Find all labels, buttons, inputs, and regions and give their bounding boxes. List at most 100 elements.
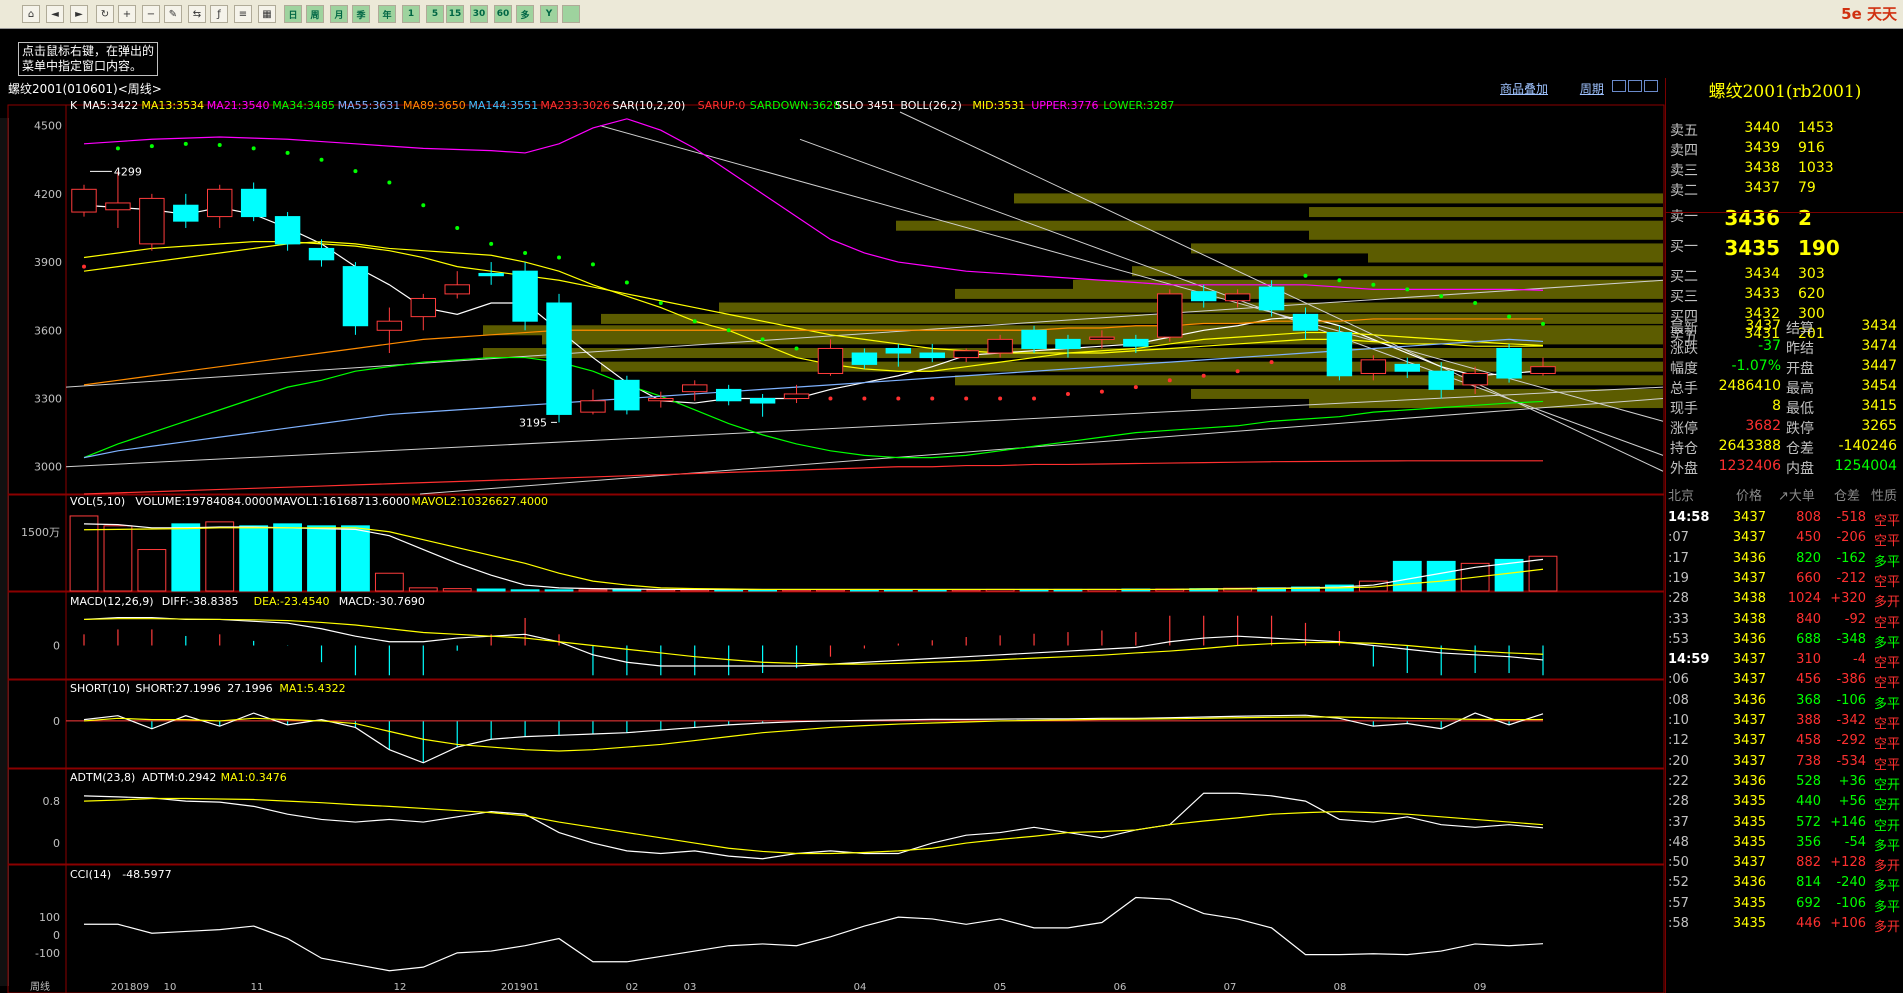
sar-dot xyxy=(251,146,256,151)
candle-body xyxy=(1190,291,1217,302)
sar-dot xyxy=(523,250,528,255)
price-tick-label: 3900 xyxy=(34,256,62,269)
tick-oi-change: -106 xyxy=(1836,895,1866,911)
tick-oi-change: -212 xyxy=(1836,570,1866,586)
candle-body xyxy=(1224,293,1251,302)
volume-bar xyxy=(408,587,438,592)
quote-volume: 2 xyxy=(1798,206,1812,230)
sar-dot xyxy=(760,337,765,342)
quote-row: 买三 3433 620 xyxy=(1670,286,1900,305)
candle-body xyxy=(512,270,538,322)
volume-bar xyxy=(476,588,506,592)
tick-price: 3436 xyxy=(1732,550,1766,566)
ma-legend-item: LOWER:3287 xyxy=(1103,99,1174,112)
macd-legend-item: MACD(12,26,9) xyxy=(70,595,154,608)
x-axis-label: 02 xyxy=(626,982,639,993)
quote-panel: 螺纹2001(rb2001) 卖五 3440 1453 卖四 3439 916 卖三 3438… xyxy=(1665,78,1903,993)
stat-cell: 最高 3454 xyxy=(1786,378,1897,397)
tick-volume: 688 xyxy=(1796,631,1821,647)
candle-body xyxy=(648,398,674,402)
volume-bar xyxy=(1426,560,1456,592)
tick-volume: 738 xyxy=(1796,753,1821,769)
tick-price: 3437 xyxy=(1732,855,1766,871)
adtm-line xyxy=(83,792,1544,860)
tick-oi-change: -106 xyxy=(1836,692,1866,708)
quote-row: 卖三 3438 1033 xyxy=(1670,160,1900,179)
candle-body xyxy=(478,272,504,277)
tick-time: :58 xyxy=(1668,916,1689,931)
volume-bar xyxy=(171,523,201,592)
volume-bar xyxy=(612,589,642,592)
tick-volume: 528 xyxy=(1796,773,1821,789)
candle-body xyxy=(546,302,572,415)
sar-dot xyxy=(1235,369,1240,374)
candle-body xyxy=(240,188,267,218)
ma-legend-item: MA5:3422 xyxy=(83,99,139,112)
tick-type: 多开 xyxy=(1874,859,1901,875)
sar-dot xyxy=(930,396,935,401)
candle-body xyxy=(1530,366,1556,374)
candle-body xyxy=(817,347,844,374)
stat-cell: 最低 3415 xyxy=(1786,398,1897,417)
high-label: 4299 xyxy=(114,165,142,178)
quote-row: 卖二 3437 79 xyxy=(1670,180,1900,199)
tick-volume: 356 xyxy=(1796,834,1821,850)
tick-volume: 368 xyxy=(1796,692,1821,708)
tick-time: :33 xyxy=(1668,611,1689,627)
tick-time: :50 xyxy=(1668,855,1689,871)
x-axis-label: 201901 xyxy=(501,982,539,993)
volume-bar xyxy=(205,521,235,592)
tick-oi-change: -240 xyxy=(1836,875,1866,891)
x-axis-period-label: 周线 xyxy=(30,980,50,993)
candle-body xyxy=(139,197,165,245)
ma-legend-item: MA55:3631 xyxy=(338,99,401,112)
stat-cell: 内盘 1254004 xyxy=(1786,458,1897,477)
stat-cell: 仓差 -140246 xyxy=(1786,438,1897,457)
quote-price: 3433 xyxy=(1744,286,1780,302)
quote-price: 3437 xyxy=(1744,180,1780,196)
candle-body xyxy=(851,352,878,365)
tick-row: 14:59 3437 310 -4 空平 xyxy=(1666,652,1903,674)
macd-legend-item: DIFF:-38.8385 xyxy=(162,595,239,608)
tick-oi-change: -342 xyxy=(1836,713,1866,728)
ma-legend-item: SARDOWN:3628 xyxy=(750,99,840,112)
tick-type: 空平 xyxy=(1874,676,1901,692)
candle-body xyxy=(783,393,810,400)
sar-dot xyxy=(149,144,154,149)
macd-zero-label: 0 xyxy=(53,640,60,653)
tick-type: 空平 xyxy=(1874,656,1901,672)
candle-body xyxy=(1462,372,1488,386)
quote-label: 卖五 xyxy=(1670,123,1698,139)
tick-header-vol: ↗大单 xyxy=(1778,489,1815,504)
tick-time: 14:59 xyxy=(1668,652,1710,668)
tick-row: :08 3436 368 -106 多平 xyxy=(1666,693,1903,715)
candle-body xyxy=(342,266,369,327)
tick-volume: 572 xyxy=(1796,814,1821,830)
tick-oi-change: -348 xyxy=(1836,631,1866,647)
sar-dot xyxy=(1201,373,1206,378)
candle-body xyxy=(376,320,403,331)
tick-price: 3436 xyxy=(1732,773,1766,789)
tick-type: 多开 xyxy=(1874,595,1901,611)
vol-ma1-line xyxy=(83,523,1544,591)
volume-profile-bar xyxy=(1014,193,1663,204)
cci-legend-item: -48.5977 xyxy=(122,868,171,881)
quote-volume: 79 xyxy=(1798,180,1816,196)
ma-legend-item: MA89:3650 xyxy=(403,99,466,112)
short-legend-item: MA1:5.4322 xyxy=(279,682,345,695)
candle-body xyxy=(953,350,979,359)
ma-legend-item: MA233:3026 xyxy=(540,99,610,112)
candle-body xyxy=(274,216,301,245)
adtm-tick-label: 0.8 xyxy=(43,795,61,808)
ma-legend-item: BOLL(26,2) xyxy=(900,99,961,112)
tick-oi-change: +56 xyxy=(1838,794,1866,810)
tick-volume: 814 xyxy=(1796,875,1821,891)
tick-oi-change: +146 xyxy=(1830,814,1866,830)
volume-profile-bar xyxy=(1191,243,1663,254)
volume-bar xyxy=(69,515,99,592)
x-axis-label: 09 xyxy=(1474,982,1487,993)
tick-row: :28 3438 1024 +320 多开 xyxy=(1666,591,1903,613)
candle-body xyxy=(444,284,470,295)
tick-oi-change: -518 xyxy=(1836,510,1866,525)
stat-cell: 现手 8 xyxy=(1670,398,1781,417)
